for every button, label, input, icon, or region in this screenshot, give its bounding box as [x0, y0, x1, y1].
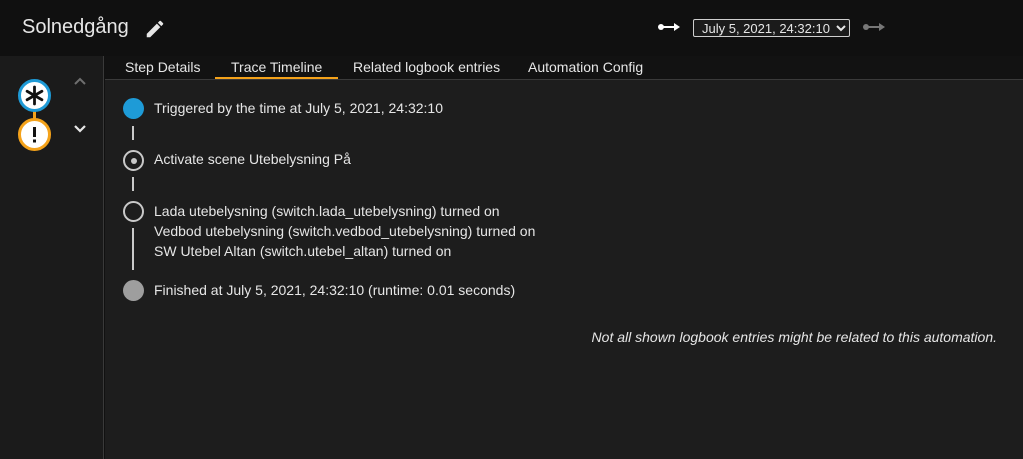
tab-bar: Step Details Trace Timeline Related logb…	[105, 56, 1023, 80]
automation-title: Solnedgång	[22, 16, 129, 38]
timeline-connector	[132, 126, 134, 140]
graph-trigger-node[interactable]	[18, 79, 51, 112]
timeline-trigger-event: Triggered by the time at July 5, 2021, 2…	[154, 100, 443, 116]
trigger-dot	[123, 98, 144, 119]
asterisk-icon	[25, 85, 44, 106]
top-bar: Solnedgång July 5, 2021, 24:32:10	[0, 0, 1023, 56]
trace-timeline-panel	[105, 80, 1023, 459]
action-dot	[123, 150, 144, 171]
trace-graph-sidebar	[0, 56, 104, 459]
pencil-icon[interactable]	[144, 18, 166, 40]
timeline-logbook-entry: SW Utebel Altan (switch.utebel_altan) tu…	[154, 243, 452, 259]
exclamation-icon	[33, 127, 36, 143]
tab-trace-timeline[interactable]: Trace Timeline	[215, 56, 339, 79]
chevron-down-icon[interactable]	[72, 124, 88, 134]
logbook-dot	[123, 201, 144, 222]
timeline-logbook-entry: Lada utebelysning (switch.lada_utebelysn…	[154, 203, 500, 219]
timeline-connector	[132, 228, 134, 270]
timeline-scene-event: Activate scene Utebelysning På	[154, 151, 351, 167]
logbook-disclaimer: Not all shown logbook entries might be r…	[591, 329, 997, 345]
trace-prev-icon[interactable]	[657, 20, 683, 34]
tab-automation-config[interactable]: Automation Config	[528, 56, 643, 79]
timeline-connector	[132, 177, 134, 191]
timeline-logbook-entry: Vedbod utebelysning (switch.vedbod_utebe…	[154, 223, 536, 239]
trace-next-icon[interactable]	[862, 20, 888, 34]
tab-step-details[interactable]: Step Details	[125, 56, 200, 79]
timeline-finished-event: Finished at July 5, 2021, 24:32:10 (runt…	[154, 282, 516, 298]
chevron-up-icon[interactable]	[72, 76, 88, 86]
finished-dot	[123, 280, 144, 301]
graph-condition-node[interactable]	[18, 118, 51, 151]
tab-related-logbook[interactable]: Related logbook entries	[353, 56, 500, 79]
trace-select[interactable]: July 5, 2021, 24:32:10	[693, 19, 850, 37]
